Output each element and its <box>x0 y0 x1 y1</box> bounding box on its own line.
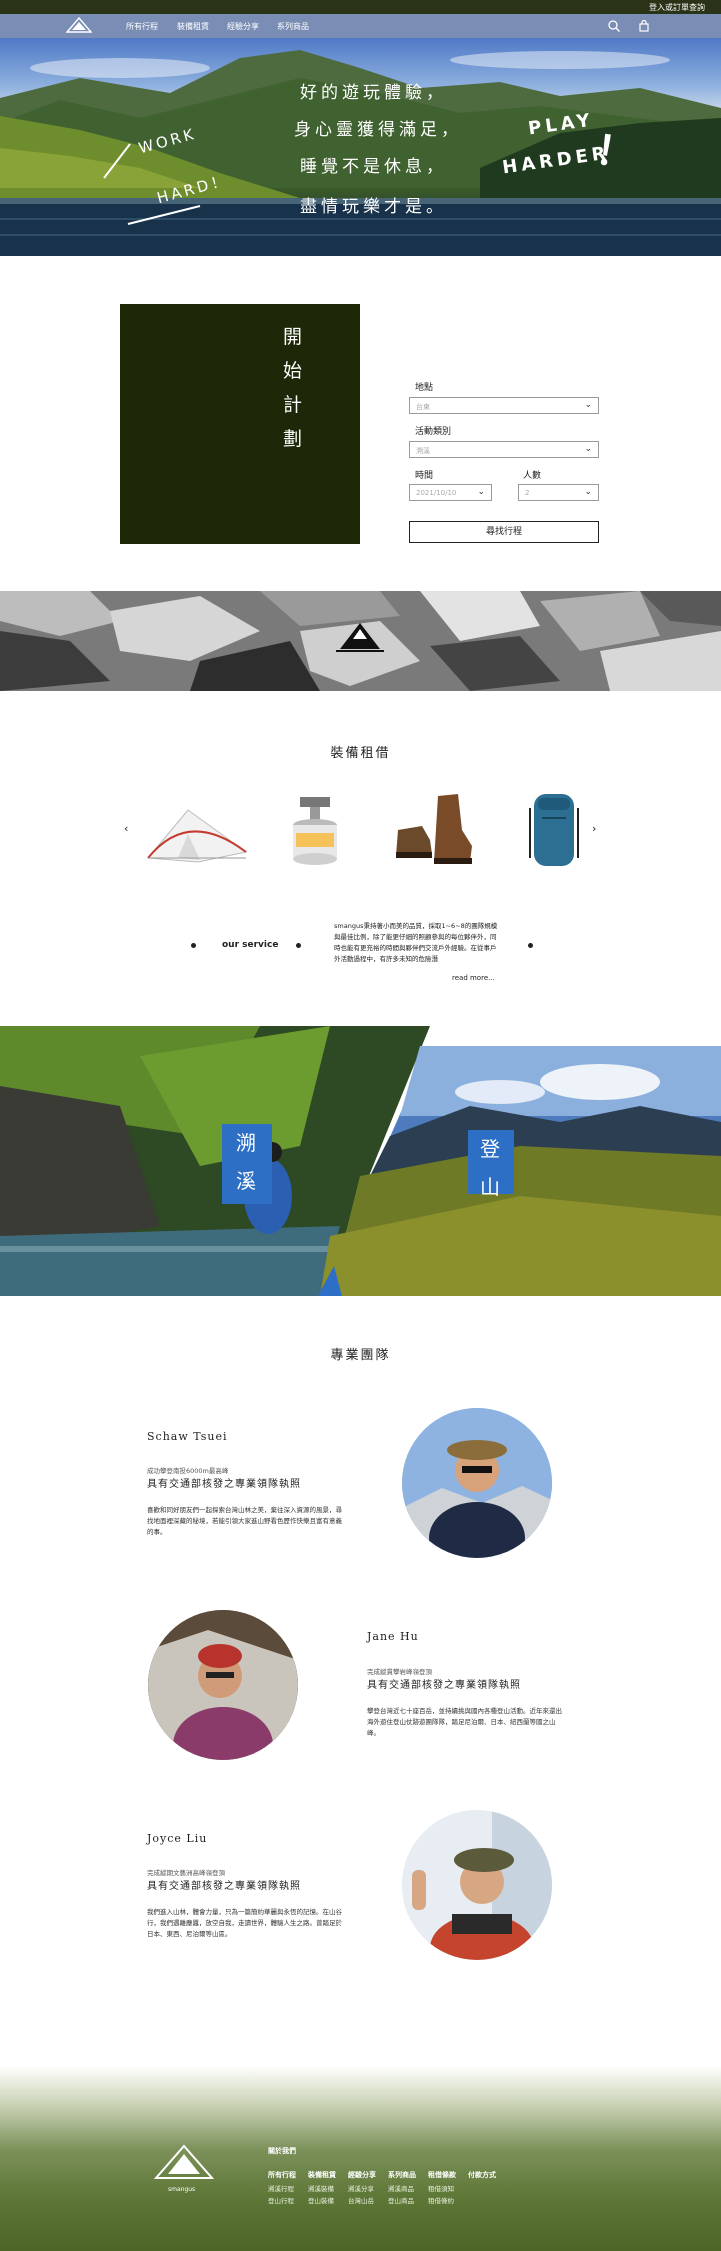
top-bar: 登入或訂單查詢 <box>0 0 721 14</box>
member-photo <box>402 1408 552 1558</box>
chevron-down-icon: ⌄ <box>584 487 592 497</box>
footer-col-item[interactable]: 台灣山岳 <box>348 2195 374 2205</box>
location-value: 台東 <box>416 403 430 411</box>
chevron-down-icon: ⌄ <box>584 400 592 410</box>
hero-line-3: 睡覺不是休息， <box>300 157 447 177</box>
footer-col-item[interactable]: 登山商品 <box>388 2195 414 2205</box>
hero-exclamation: ！ <box>592 127 639 179</box>
member-name: Jane Hu <box>367 1630 419 1643</box>
activity-river-tracing-label: 溯溪 <box>236 1131 258 1193</box>
footer-col-item[interactable]: 溯溪裝備 <box>308 2183 334 2193</box>
activity-hiking[interactable]: 登山 <box>468 1130 514 1199</box>
member-description: 我們進入山林，體會力量，只為一篇簡約華麗與永恆的記憶。在山谷行，我們遇離塵囂，放… <box>147 1908 342 1938</box>
footer-brand: smangus <box>168 2186 196 2193</box>
read-more-link[interactable]: read more... <box>452 974 495 982</box>
activity-hiking-label: 登山 <box>480 1137 502 1199</box>
activity-label: 活動類別 <box>415 427 452 437</box>
activities-banner: 溯溪 登山 <box>0 1026 721 1296</box>
mountain-logo-icon[interactable] <box>66 17 92 35</box>
footer-col-item[interactable]: 溯溪商品 <box>388 2183 414 2193</box>
member-description: 喜歡和同好朋友們一起探索台灣山林之美，棄往深入資源的風景，尋找地面裡深藏的秘境，… <box>147 1506 342 1536</box>
footer-col-heading[interactable]: 系列商品 <box>388 2170 416 2180</box>
footer-col-item[interactable]: 登山行程 <box>268 2195 294 2205</box>
bag-icon[interactable] <box>637 19 651 33</box>
chevron-down-icon: ⌄ <box>477 487 485 497</box>
footer-col-item[interactable]: 溯溪分享 <box>348 2183 374 2193</box>
service-label: our service <box>222 940 279 950</box>
nav-item-products[interactable]: 系列商品 <box>277 21 309 32</box>
location-label: 地點 <box>415 383 434 393</box>
hiking-boots-image[interactable] <box>392 790 476 868</box>
member-description: 攀登台灣近七十座百岳，並持續挑與國內各種登山活動。近年來還出海外遊住登山仗跡遊團… <box>367 1707 562 1737</box>
people-value: 2 <box>525 489 530 497</box>
service-description: smangus秉持著小而美的品質，採取1~6~8的團隊規模與最佳比例，除了能更仔… <box>334 922 498 963</box>
rock-banner <box>0 591 721 691</box>
footer-col-item[interactable]: 登山裝備 <box>308 2195 334 2205</box>
search-icon[interactable] <box>607 19 621 33</box>
activities-photos <box>0 1026 721 1296</box>
decorative-dot <box>528 943 533 948</box>
activity-value: 溯溪 <box>416 447 430 455</box>
footer-col-item[interactable]: 租借須知 <box>428 2183 454 2193</box>
main-nav: 所有行程 裝備租賃 經驗分享 系列商品 <box>0 14 721 38</box>
activity-river-tracing[interactable]: 溯溪 <box>222 1124 272 1204</box>
member-name: Schaw Tsuei <box>147 1430 228 1443</box>
find-trip-button[interactable]: 尋找行程 <box>409 521 599 543</box>
chevron-down-icon: ⌄ <box>584 444 592 454</box>
footer-col-heading[interactable]: 所有行程 <box>268 2170 296 2180</box>
footer-logo-icon[interactable] <box>154 2144 214 2182</box>
footer-col-heading[interactable]: 租借條款 <box>428 2170 456 2180</box>
hero-banner: 好的遊玩體驗， 身心靈獲得滿足， 睡覺不是休息， 盡情玩樂才是。 WORK HA… <box>0 38 721 256</box>
location-select[interactable]: 台東 ⌄ <box>409 397 599 414</box>
decorative-dot <box>296 943 301 948</box>
footer-col-item[interactable]: 溯溪行程 <box>268 2183 294 2193</box>
avatar <box>402 1810 552 1960</box>
member-photo <box>402 1810 552 1960</box>
activity-select[interactable]: 溯溪 ⌄ <box>409 441 599 458</box>
tent-image[interactable] <box>138 800 256 866</box>
login-link[interactable]: 登入或訂單查詢 <box>649 2 705 13</box>
nav-item-gear[interactable]: 裝備租賃 <box>177 21 209 32</box>
date-select[interactable]: 2021/10/10 ⌄ <box>409 484 492 501</box>
member-achievement: 成功攀登南投6000m最高峰 <box>147 1467 229 1475</box>
hero-line-1: 好的遊玩體驗， <box>300 83 447 103</box>
gas-stove-image[interactable] <box>290 795 340 867</box>
date-value: 2021/10/10 <box>416 489 457 497</box>
backpack-image[interactable] <box>526 788 582 870</box>
member-role: 具有交通部核發之專業領隊執照 <box>147 1881 301 1892</box>
mountain-emblem-icon <box>336 623 384 652</box>
decorative-dot <box>191 943 196 948</box>
hero-line-4: 盡情玩樂才是。 <box>300 197 447 217</box>
footer-col-heading[interactable]: 經驗分享 <box>348 2170 376 2180</box>
footer: smangus <box>0 2066 721 2251</box>
nav-item-trips[interactable]: 所有行程 <box>126 21 158 32</box>
avatar <box>402 1408 552 1558</box>
chevron-left-icon[interactable]: ‹ <box>124 822 128 835</box>
date-label: 時間 <box>415 471 434 481</box>
member-photo <box>148 1610 298 1760</box>
footer-col-item[interactable]: 租借條約 <box>428 2195 454 2205</box>
hero-line-2: 身心靈獲得滿足， <box>294 120 462 140</box>
people-select[interactable]: 2 ⌄ <box>518 484 599 501</box>
people-label: 人數 <box>523 471 542 481</box>
member-achievement: 完成縱期文藝洲高峰嶺登頂 <box>147 1869 225 1877</box>
member-name: Joyce Liu <box>147 1832 208 1845</box>
chevron-right-icon[interactable]: › <box>592 822 596 835</box>
avatar <box>148 1610 298 1760</box>
member-role: 具有交通部核發之專業領隊執照 <box>367 1680 521 1691</box>
nav-item-experience[interactable]: 經驗分享 <box>227 21 259 32</box>
team-title: 專業團隊 <box>330 1348 391 1363</box>
plan-title: 開 始 計 劃 <box>283 326 315 450</box>
member-achievement: 完成縱貫攀岩峰嶺登頂 <box>367 1668 432 1676</box>
footer-col-heading[interactable]: 裝備租賃 <box>308 2170 336 2180</box>
member-role: 具有交通部核發之專業領隊執照 <box>147 1479 301 1490</box>
footer-col-heading[interactable]: 付款方式 <box>468 2170 496 2180</box>
footer-about-link[interactable]: 關於我們 <box>268 2146 296 2156</box>
equipment-title: 裝備租借 <box>330 746 391 761</box>
